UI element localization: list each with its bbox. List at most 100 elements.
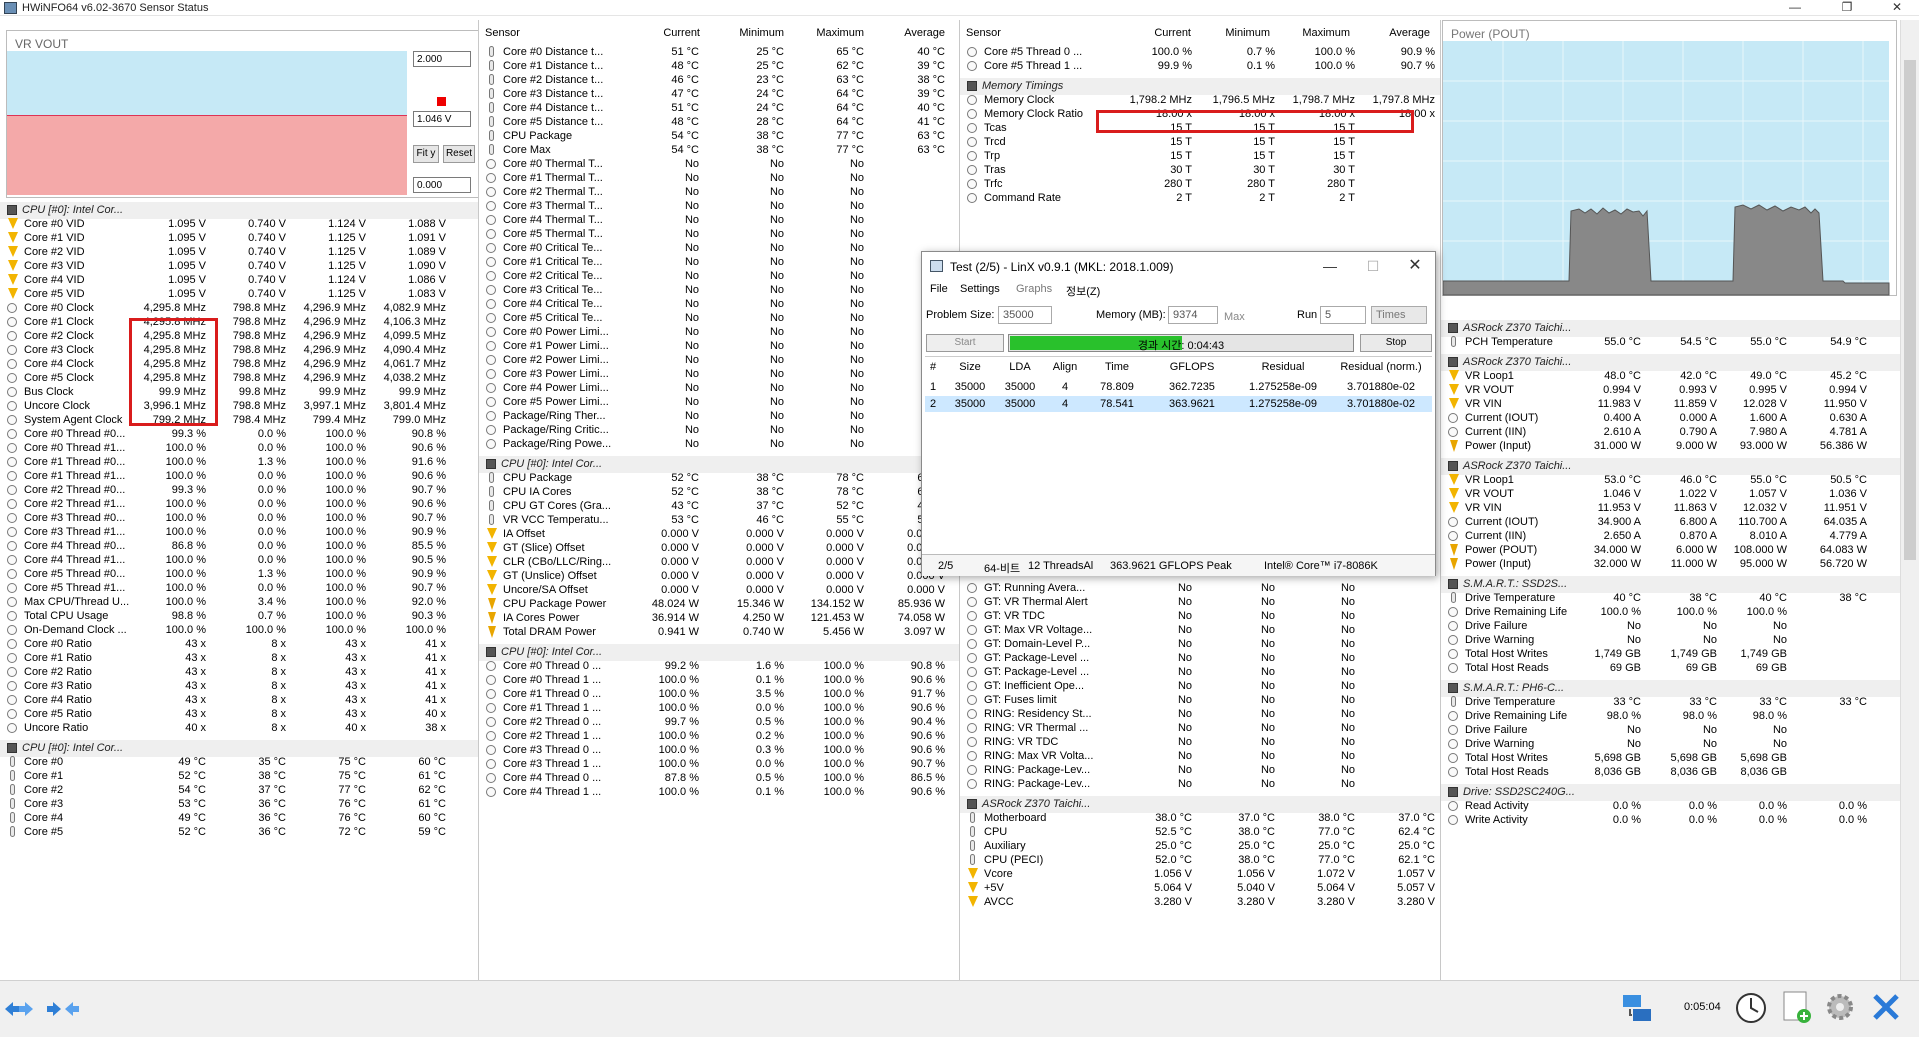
value-average: 37.0 °C [1398, 812, 1435, 824]
sensor-label: Core #2 Ratio [24, 666, 92, 678]
column-header-residual-norm[interactable]: Residual (norm.) [1331, 361, 1431, 373]
sensor-row-ring-package-lev[interactable]: RING: Package-Lev... No No No [960, 776, 1441, 793]
sensor-row-command-rate[interactable]: Command Rate 2 T 2 T 2 T [960, 190, 1441, 207]
linx-minimize-icon[interactable]: — [1315, 256, 1345, 276]
value-average: 99.9 MHz [398, 386, 446, 398]
value-minimum: No [769, 312, 784, 324]
sensor-row-total-dram-power[interactable]: Total DRAM Power 0.941 W 0.740 W 5.456 W 3.0… [479, 624, 959, 641]
sensor-label: Core #3 Distance t... [503, 88, 604, 100]
problem-size-select[interactable]: 35000 [998, 306, 1052, 324]
sensor-label: Tras [984, 164, 1006, 176]
settings-gear-icon[interactable] [1822, 989, 1858, 1025]
times-select[interactable]: Times [1371, 306, 1427, 324]
sensor-row-core-5[interactable]: Core #5 52 °C 36 °C 72 °C 59 °C [0, 824, 478, 841]
sensor-row-write-activity[interactable]: Write Activity 0.0 % 0.0 % 0.0 % 0.0 % [1441, 812, 1900, 829]
voltage-sensor-icon [1449, 398, 1459, 409]
arrow-collapse-icon[interactable] [46, 999, 80, 1019]
graph-max-field[interactable]: 2.000 [413, 51, 471, 67]
column-header-index[interactable]: # [925, 361, 941, 373]
sensor-row-power-input[interactable]: Power (Input) 32.000 W 11.000 W 95.000 W 56.… [1441, 556, 1900, 573]
close-x-icon[interactable] [1870, 991, 1902, 1023]
value-minimum: 37 °C [756, 500, 784, 512]
results-table[interactable]: # Size LDA Align Time GFLOPS Residual Residual … [925, 356, 1432, 546]
value-average: 1.091 V [408, 232, 446, 244]
sensor-label: Package/Ring Powe... [503, 438, 612, 450]
column-header-lda[interactable]: LDA [995, 361, 1045, 373]
graph-plot [1443, 41, 1890, 296]
clock-sensor-icon [486, 271, 496, 281]
add-report-icon[interactable] [1780, 989, 1814, 1025]
sensor-row-total-host-reads[interactable]: Total Host Reads 69 GB 69 GB 69 GB [1441, 660, 1900, 677]
value-current: 54 °C [178, 784, 206, 796]
sensor-label: GT: Fuses limit [984, 694, 1057, 706]
column-header-time[interactable]: Time [1087, 361, 1147, 373]
value-average: 1.083 V [408, 288, 446, 300]
value-maximum: No [849, 312, 864, 324]
table-row[interactable]: 2 35000 35000 4 78.541 363.9621 1.275258e-09 3.… [925, 396, 1432, 412]
clock-sensor-icon [7, 541, 17, 551]
sensor-row-total-host-reads[interactable]: Total Host Reads 8,036 GB 8,036 GB 8,036 GB [1441, 764, 1900, 781]
sensor-row-core-5-thread-1[interactable]: Core #5 Thread 1 ... 99.9 % 0.1 % 100.0 % 90… [960, 58, 1441, 75]
linx-close-icon[interactable]: ✕ [1400, 256, 1430, 276]
table-cell: 35000 [1004, 398, 1036, 410]
column-header-size[interactable]: Size [947, 361, 993, 373]
sensor-row-power-input[interactable]: Power (Input) 31.000 W 9.000 W 93.000 W 56.3… [1441, 438, 1900, 455]
clock-icon[interactable] [1734, 991, 1768, 1025]
value-current: 38.0 °C [1155, 812, 1192, 824]
sensor-row-core-4-thread-1[interactable]: Core #4 Thread 1 ... 100.0 % 0.1 % 100.0 % 9… [479, 784, 959, 801]
sensor-row-package-ring-powe[interactable]: Package/Ring Powe... No No No [479, 436, 959, 453]
restore-icon[interactable]: ❐ [1825, 0, 1869, 16]
fit-y-button[interactable]: Fit y [413, 145, 439, 163]
thermometer-icon [970, 812, 975, 823]
close-icon[interactable]: ✕ [1875, 0, 1919, 16]
menu-settings[interactable]: Settings [960, 283, 1000, 295]
scrollbar-thumb[interactable] [1904, 60, 1916, 560]
linx-maximize-icon[interactable]: ☐ [1358, 256, 1388, 276]
power-pout-graph[interactable]: Power (POUT) [1442, 20, 1897, 296]
value-maximum: 1.124 V [328, 274, 366, 286]
value-minimum: No [1702, 634, 1717, 646]
value-current: 5,698 GB [1594, 752, 1641, 764]
value-current: No [684, 186, 699, 198]
network-icon[interactable] [1620, 991, 1654, 1025]
column-header-gflops[interactable]: GFLOPS [1149, 361, 1235, 373]
table-row[interactable]: 1 35000 35000 4 78.809 362.7235 1.275258e-09 3.… [925, 379, 1432, 395]
column-header-align[interactable]: Align [1045, 361, 1085, 373]
sensor-row-avcc[interactable]: AVCC 3.280 V 3.280 V 3.280 V 3.280 V [960, 894, 1441, 911]
value-maximum: 100.0 % [823, 716, 864, 728]
value-current: No [684, 256, 699, 268]
value-minimum: No [1260, 708, 1275, 720]
reset-button[interactable]: Reset [443, 145, 475, 163]
memory-select[interactable]: 9374 [1168, 306, 1218, 324]
graph-min-field[interactable]: 0.000 [413, 177, 471, 193]
stop-button[interactable]: Stop [1360, 334, 1432, 352]
value-current: No [1177, 638, 1192, 650]
value-average: 56.386 W [1819, 440, 1867, 452]
value-average: 61 °C [418, 770, 446, 782]
sensor-row-pch-temperature[interactable]: PCH Temperature 55.0 °C 54.5 °C 55.0 °C 54.9… [1441, 334, 1900, 351]
menu-graphs[interactable]: Graphs [1016, 283, 1052, 295]
linx-menu-bar: File Settings Graphs 정보(Z) [922, 280, 1435, 298]
value-current: 43 °C [671, 500, 699, 512]
clock-sensor-icon [967, 47, 977, 57]
vr-vout-graph[interactable]: VR VOUT 2.000 1.046 V Fit y Reset 0.000 [6, 30, 482, 198]
group-label: Memory Timings [982, 80, 1064, 92]
arrow-left-right-icon[interactable] [4, 999, 34, 1019]
vertical-scrollbar[interactable] [1900, 20, 1919, 980]
sensor-label: GT: Running Avera... [984, 582, 1086, 594]
menu-info[interactable]: 정보(Z) [1066, 283, 1100, 299]
linx-window[interactable]: Test (2/5) - LinX v0.9.1 (MKL: 2018.1.00… [921, 251, 1436, 576]
sensor-label: Core #2 Thread #1... [24, 498, 126, 510]
column-header-residual[interactable]: Residual [1237, 361, 1329, 373]
value-maximum: 43 x [345, 638, 366, 650]
menu-file[interactable]: File [930, 283, 948, 295]
sensor-row-uncore-ratio[interactable]: Uncore Ratio 40 x 8 x 40 x 38 x [0, 720, 478, 737]
value-minimum: 0.0 % [257, 540, 286, 552]
sensor-label: CPU [984, 826, 1008, 838]
run-count-select[interactable]: 5 [1320, 306, 1366, 324]
minimize-icon[interactable]: — [1773, 0, 1817, 16]
sensor-label: Core #2 VID [24, 246, 85, 258]
value-maximum: 55.0 °C [1750, 336, 1787, 348]
start-button[interactable]: Start [926, 334, 1004, 352]
app-icon [4, 2, 17, 14]
